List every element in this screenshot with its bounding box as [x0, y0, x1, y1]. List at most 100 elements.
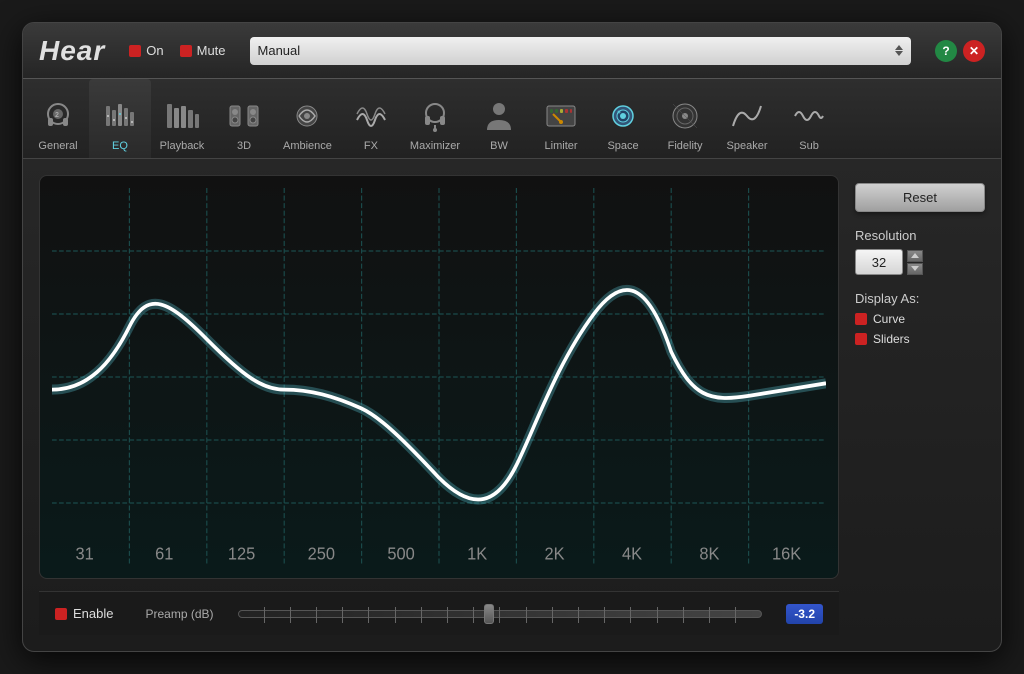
robot-icon: [603, 96, 643, 136]
enable-button[interactable]: Enable: [55, 606, 113, 621]
resolution-stepper: [907, 250, 923, 275]
on-indicator: [129, 45, 141, 57]
tab-space-label: Space: [607, 140, 638, 152]
resolution-up-button[interactable]: [907, 250, 923, 262]
mute-indicator: [180, 45, 192, 57]
tab-fx[interactable]: FX: [340, 79, 402, 158]
tab-fx-label: FX: [364, 140, 378, 152]
curve-option[interactable]: Curve: [855, 312, 985, 326]
headset-icon: [415, 96, 455, 136]
tab-maximizer-label: Maximizer: [410, 140, 460, 152]
preamp-value: -3.2: [786, 604, 823, 624]
tick: [709, 607, 710, 623]
tab-general-label: General: [38, 140, 77, 152]
right-panel: Reset Resolution 32 Dis: [855, 175, 985, 635]
help-button[interactable]: ?: [935, 40, 957, 62]
tab-eq[interactable]: EQ: [89, 79, 151, 158]
tick: [683, 607, 684, 623]
preset-value: Manual: [258, 43, 301, 58]
main-content: 31 61 125 250 500 1K 2K 4K 8K 16K Enable: [23, 159, 1001, 651]
svg-text:500: 500: [387, 544, 414, 564]
tick: [473, 607, 474, 623]
eq-svg: 31 61 125 250 500 1K 2K 4K 8K 16K: [52, 188, 826, 566]
tab-fidelity[interactable]: Fidelity: [654, 79, 716, 158]
tick: [447, 607, 448, 623]
tab-bw-label: BW: [490, 140, 508, 152]
tick: [395, 607, 396, 623]
preset-dropdown[interactable]: Manual: [250, 37, 911, 65]
tick: [578, 607, 579, 623]
reset-button[interactable]: Reset: [855, 183, 985, 212]
resolution-section: Resolution 32: [855, 228, 985, 275]
on-button[interactable]: On: [129, 43, 163, 58]
slider-thumb[interactable]: [484, 604, 494, 624]
slider-ticks: [239, 607, 762, 623]
tick: [657, 607, 658, 623]
notes-icon: [287, 96, 327, 136]
svg-text:61: 61: [155, 544, 173, 564]
mute-button[interactable]: Mute: [180, 43, 226, 58]
dropdown-arrows: [895, 45, 903, 56]
sliders-radio: [855, 333, 867, 345]
tab-3d-label: 3D: [237, 140, 251, 152]
tick: [290, 607, 291, 623]
waves-icon: [351, 96, 391, 136]
headphones-icon: 2: [38, 96, 78, 136]
svg-text:2: 2: [55, 112, 59, 119]
tick: [526, 607, 527, 623]
tick: [316, 607, 317, 623]
tick: [264, 607, 265, 623]
svg-text:16K: 16K: [772, 544, 802, 564]
tab-maximizer[interactable]: Maximizer: [402, 79, 468, 158]
sliders-option[interactable]: Sliders: [855, 332, 985, 346]
curve-radio: [855, 313, 867, 325]
bars-icon: [162, 96, 202, 136]
preamp-slider[interactable]: [238, 610, 763, 618]
tab-general[interactable]: 2 General: [27, 79, 89, 158]
tab-space[interactable]: Space: [592, 79, 654, 158]
curve-label: Curve: [873, 312, 905, 326]
sliders-label: Sliders: [873, 332, 910, 346]
tab-limiter[interactable]: Limiter: [530, 79, 592, 158]
resolution-down-button[interactable]: [907, 263, 923, 275]
tab-speaker[interactable]: Speaker: [716, 79, 778, 158]
eq-graph[interactable]: 31 61 125 250 500 1K 2K 4K 8K 16K: [39, 175, 839, 579]
app-title: Hear: [39, 35, 105, 67]
tab-ambience-label: Ambience: [283, 140, 332, 152]
meter-icon: [541, 96, 581, 136]
tab-ambience[interactable]: Ambience: [275, 79, 340, 158]
tab-limiter-label: Limiter: [545, 140, 578, 152]
arrow-up-icon: [895, 45, 903, 50]
sub-icon: [789, 96, 829, 136]
tab-3d[interactable]: 3D: [213, 79, 275, 158]
arrow-down-icon: [895, 51, 903, 56]
eq-icon: [100, 96, 140, 136]
display-as-section: Display As: Curve Sliders: [855, 291, 985, 346]
speakers-icon: [224, 96, 264, 136]
enable-indicator: [55, 608, 67, 620]
tick: [552, 607, 553, 623]
tick: [368, 607, 369, 623]
close-button[interactable]: ✕: [963, 40, 985, 62]
svg-text:1K: 1K: [467, 544, 488, 564]
tab-sub[interactable]: Sub: [778, 79, 840, 158]
svg-text:125: 125: [228, 544, 255, 564]
app-window: Hear On Mute Manual ? ✕: [22, 22, 1002, 652]
bottom-bar: Enable Preamp (dB): [39, 591, 839, 635]
svg-text:4K: 4K: [622, 544, 643, 564]
up-arrow-icon: [911, 253, 919, 258]
tab-bw[interactable]: BW: [468, 79, 530, 158]
tick: [421, 607, 422, 623]
resolution-control: 32: [855, 249, 985, 275]
tabs-bar: 2 General EQ: [23, 79, 1001, 159]
svg-text:31: 31: [75, 544, 93, 564]
resolution-label: Resolution: [855, 228, 985, 243]
display-as-label: Display As:: [855, 291, 985, 306]
svg-text:2K: 2K: [545, 544, 566, 564]
enable-label: Enable: [73, 606, 113, 621]
person-icon: [479, 96, 519, 136]
tick: [630, 607, 631, 623]
on-label: On: [146, 43, 163, 58]
tab-playback[interactable]: Playback: [151, 79, 213, 158]
tick: [342, 607, 343, 623]
